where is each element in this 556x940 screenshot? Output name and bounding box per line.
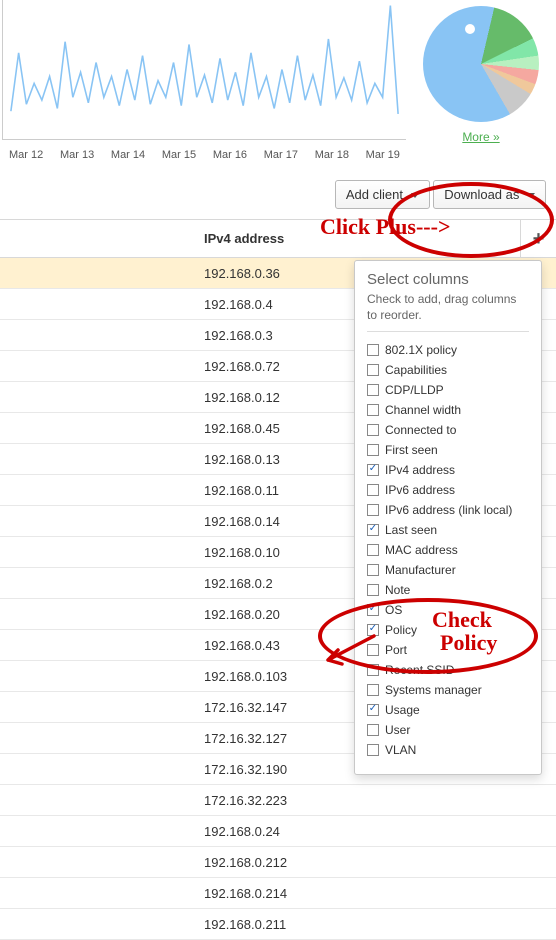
column-option[interactable]: IPv6 address — [367, 480, 529, 500]
line-chart: Mar 12Mar 13Mar 14Mar 15Mar 16Mar 17Mar … — [2, 0, 406, 140]
column-option-label: VLAN — [385, 743, 416, 757]
pie-chart — [423, 6, 539, 122]
column-option-label: Connected to — [385, 423, 456, 437]
toolbar: Add client Download as — [0, 174, 556, 209]
checkbox-icon — [367, 484, 379, 496]
checkbox-icon — [367, 444, 379, 456]
panel-divider — [367, 331, 529, 332]
checkbox-icon — [367, 624, 379, 636]
column-option[interactable]: IPv4 address — [367, 460, 529, 480]
column-option[interactable]: Note — [367, 580, 529, 600]
checkbox-icon — [367, 464, 379, 476]
column-option[interactable]: OS — [367, 600, 529, 620]
add-client-button[interactable]: Add client — [335, 180, 430, 209]
table-row[interactable]: 192.168.0.211 — [0, 909, 556, 940]
checkbox-icon — [367, 664, 379, 676]
chart-row: Mar 12 Mar 13 Mar 14 Mar 15 Mar 16 Mar 17 Mar … — [0, 0, 556, 170]
column-option-label: Usage — [385, 703, 420, 717]
column-option[interactable]: 802.1X policy — [367, 340, 529, 360]
column-option-label: CDP/LLDP — [385, 383, 444, 397]
column-option-label: Port — [385, 643, 407, 657]
x-tick: Mar 13 — [60, 149, 94, 161]
column-option[interactable]: VLAN — [367, 740, 529, 760]
column-option[interactable]: Connected to — [367, 420, 529, 440]
checkbox-icon — [367, 564, 379, 576]
checkbox-icon — [367, 544, 379, 556]
column-option[interactable]: Channel width — [367, 400, 529, 420]
chevron-down-icon — [527, 193, 535, 198]
add-client-label: Add client — [346, 187, 403, 202]
select-columns-panel: Select columns Check to add, drag column… — [354, 260, 542, 775]
column-option-label: Note — [385, 583, 410, 597]
column-option-label: Recent SSID — [385, 663, 454, 677]
checkbox-icon — [367, 644, 379, 656]
column-option-label: IPv4 address — [385, 463, 455, 477]
panel-title: Select columns — [367, 271, 529, 288]
download-as-label: Download as — [444, 187, 519, 202]
column-option[interactable]: Last seen — [367, 520, 529, 540]
table-row[interactable]: 192.168.0.24 — [0, 816, 556, 847]
x-tick: Mar 18 — [315, 149, 349, 161]
column-option-label: 802.1X policy — [385, 343, 457, 357]
column-option-label: IPv6 address — [385, 483, 455, 497]
column-option-label: Capabilities — [385, 363, 447, 377]
column-option[interactable]: Capabilities — [367, 360, 529, 380]
column-option-label: MAC address — [385, 543, 458, 557]
column-options-list: 802.1X policy Capabilities CDP/LLDP Channel… — [367, 340, 529, 760]
table-row[interactable]: 192.168.0.214 — [0, 878, 556, 909]
column-option[interactable]: Policy — [367, 620, 529, 640]
checkbox-icon — [367, 404, 379, 416]
chevron-down-icon — [411, 193, 419, 198]
checkbox-icon — [367, 344, 379, 356]
column-option[interactable]: Usage — [367, 700, 529, 720]
checkbox-icon — [367, 504, 379, 516]
add-column-button[interactable]: + — [520, 220, 556, 257]
column-option-label: First seen — [385, 443, 438, 457]
column-option[interactable]: CDP/LLDP — [367, 380, 529, 400]
x-tick: Mar 14 — [111, 149, 145, 161]
column-option[interactable]: MAC address — [367, 540, 529, 560]
x-axis-ticks: Mar 12 Mar 13 Mar 14 Mar 15 Mar 16 Mar 17 Mar … — [3, 149, 406, 161]
checkbox-icon — [367, 364, 379, 376]
x-tick: Mar 19 — [366, 149, 400, 161]
checkbox-icon — [367, 384, 379, 396]
column-option[interactable]: First seen — [367, 440, 529, 460]
column-option-label: IPv6 address (link local) — [385, 503, 512, 517]
column-option-label: User — [385, 723, 410, 737]
checkbox-icon — [367, 604, 379, 616]
table-header-row: IPv4 address + — [0, 220, 556, 258]
column-option-label: Policy — [385, 623, 417, 637]
panel-hint: Check to add, drag columns to reorder. — [367, 292, 529, 323]
x-tick: Mar 12 — [9, 149, 43, 161]
checkbox-icon — [367, 524, 379, 536]
checkbox-icon — [367, 704, 379, 716]
column-option-label: Last seen — [385, 523, 437, 537]
table-row[interactable]: 192.168.0.212 — [0, 847, 556, 878]
table-row[interactable]: 172.16.32.223 — [0, 785, 556, 816]
column-option[interactable]: Port — [367, 640, 529, 660]
column-option-label: Systems manager — [385, 683, 482, 697]
column-option[interactable]: User — [367, 720, 529, 740]
pie-chart-column: More » — [406, 0, 556, 144]
checkbox-icon — [367, 684, 379, 696]
x-tick: Mar 15 — [162, 149, 196, 161]
column-option[interactable]: Systems manager — [367, 680, 529, 700]
column-option[interactable]: IPv6 address (link local) — [367, 500, 529, 520]
column-option[interactable]: Recent SSID — [367, 660, 529, 680]
column-option-label: Manufacturer — [385, 563, 456, 577]
download-as-button[interactable]: Download as — [433, 180, 546, 209]
column-option[interactable]: Manufacturer — [367, 560, 529, 580]
checkbox-icon — [367, 584, 379, 596]
x-tick: Mar 16 — [213, 149, 247, 161]
checkbox-icon — [367, 724, 379, 736]
checkbox-icon — [367, 424, 379, 436]
column-option-label: Channel width — [385, 403, 461, 417]
column-option-label: OS — [385, 603, 402, 617]
more-link[interactable]: More » — [462, 130, 499, 144]
column-header-ipv4[interactable]: IPv4 address — [0, 231, 520, 246]
checkbox-icon — [367, 744, 379, 756]
x-tick: Mar 17 — [264, 149, 298, 161]
